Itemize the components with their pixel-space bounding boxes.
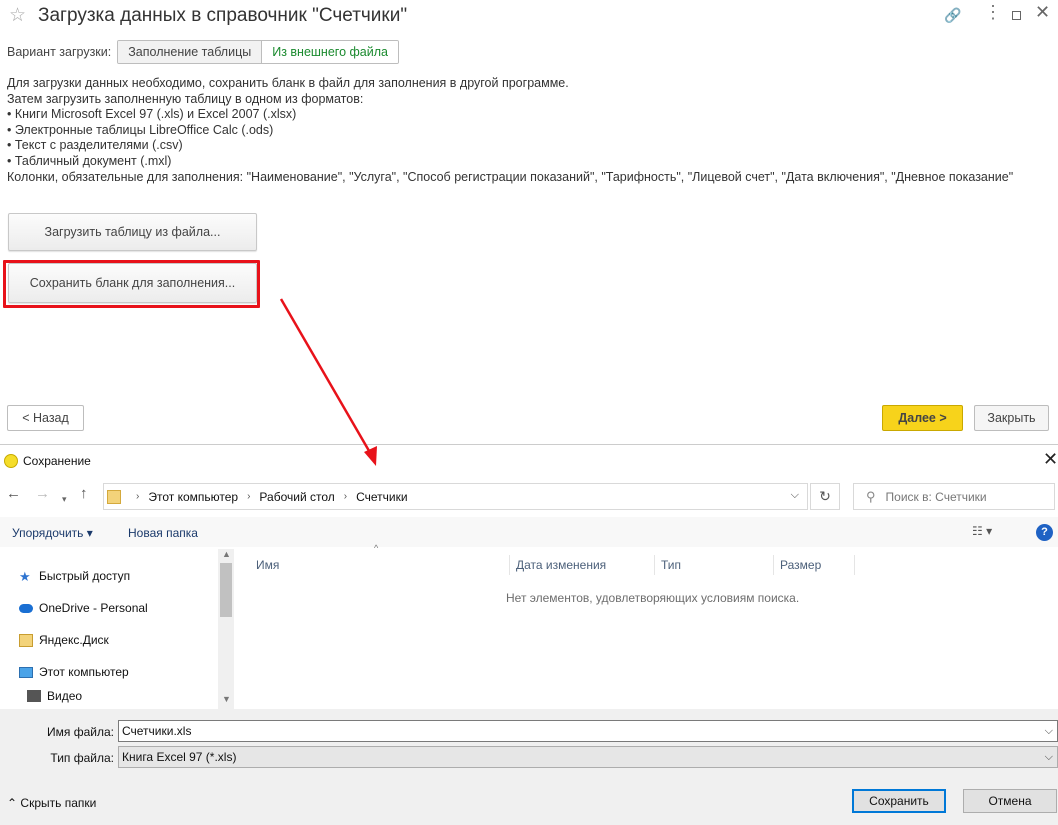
sort-indicator-icon: ^ xyxy=(374,543,379,553)
nav-item-label: Этот компьютер xyxy=(39,665,129,679)
dialog-title: Сохранение xyxy=(23,454,91,468)
load-variant-label: Вариант загрузки: xyxy=(7,45,112,59)
breadcrumb-separator: › xyxy=(343,491,348,502)
favorite-star-icon[interactable]: ☆ xyxy=(9,6,26,26)
nav-item-quick-access[interactable]: ★ Быстрый доступ xyxy=(19,569,130,583)
load-variant-switch: Заполнение таблицы Из внешнего файла xyxy=(117,40,399,64)
instructions-line: • Электронные таблицы LibreOffice Calc (… xyxy=(7,122,274,137)
organize-button[interactable]: Упорядочить ▾ xyxy=(12,526,93,540)
chevron-down-icon[interactable]: ⌵ xyxy=(1045,747,1053,767)
star-icon: ★ xyxy=(19,568,31,584)
nav-item-label: Видео xyxy=(47,689,83,703)
empty-message: Нет элементов, удовлетворяющих условиям … xyxy=(506,591,800,605)
cloud-icon xyxy=(19,603,33,613)
form-header: ☆ Загрузка данных в справочник "Счетчики… xyxy=(0,0,1058,36)
form-title: Загрузка данных в справочник "Счетчики" xyxy=(38,5,408,26)
dialog-titlebar: Сохранение ✕ xyxy=(0,445,1058,475)
nav-item-onedrive[interactable]: OneDrive - Personal xyxy=(19,601,148,615)
instructions-line: Для загрузки данных необходимо, сохранит… xyxy=(7,76,569,90)
dialog-save-button[interactable]: Сохранить xyxy=(852,789,946,813)
breadcrumb-separator: › xyxy=(136,491,140,502)
filename-input[interactable]: Счетчики.xls ⌵ xyxy=(118,720,1058,742)
nav-item-yandex-disk[interactable]: Яндекс.Диск xyxy=(19,633,109,647)
instructions-line: • Табличный документ (.mxl) xyxy=(7,153,172,168)
nav-item-video[interactable]: Видео xyxy=(27,689,82,703)
nav-item-label: OneDrive - Personal xyxy=(39,601,148,615)
filename-value: Счетчики.xls xyxy=(122,724,192,738)
close-button[interactable]: Закрыть xyxy=(974,405,1049,431)
breadcrumb-item[interactable]: Этот компьютер xyxy=(148,490,238,504)
link-icon[interactable]: 🔗 xyxy=(944,7,961,23)
column-size[interactable]: Размер xyxy=(774,555,855,575)
instructions-line: • Текст с разделителями (.csv) xyxy=(7,138,183,153)
help-icon[interactable]: ? xyxy=(1036,524,1053,541)
back-button[interactable]: < Назад xyxy=(7,405,84,431)
close-icon[interactable]: ✕ xyxy=(1035,3,1050,21)
folder-icon xyxy=(107,489,121,504)
breadcrumb-item[interactable]: Счетчики xyxy=(356,490,407,504)
chevron-down-icon[interactable]: ⌵ xyxy=(1045,721,1053,741)
search-icon: ⚲ xyxy=(866,488,876,504)
nav-item-this-pc[interactable]: Этот компьютер xyxy=(19,665,129,679)
filetype-value: Книга Excel 97 (*.xls) xyxy=(122,750,237,764)
hide-folders-toggle[interactable]: ⌃ Скрыть папки xyxy=(7,796,96,810)
import-form: ☆ Загрузка данных в справочник "Счетчики… xyxy=(0,0,1058,443)
hide-folders-label: Скрыть папки xyxy=(20,796,97,810)
scroll-up-icon[interactable]: ▲ xyxy=(222,549,231,559)
column-type[interactable]: Тип xyxy=(655,555,774,575)
scrollbar-thumb[interactable] xyxy=(220,563,232,617)
file-list: ^ Имя Дата изменения Тип Размер Нет элем… xyxy=(236,543,1058,709)
variant-fill-table[interactable]: Заполнение таблицы xyxy=(118,41,262,63)
dialog-toolbar: Упорядочить ▾ Новая папка ☷ ▾ ? xyxy=(0,517,1058,547)
nav-item-label: Быстрый доступ xyxy=(39,569,131,583)
filetype-label: Тип файла: xyxy=(50,751,114,765)
highlight-frame xyxy=(3,260,260,308)
up-arrow-icon[interactable]: ↑ xyxy=(80,485,88,503)
maximize-icon[interactable] xyxy=(1012,11,1021,20)
folder-icon xyxy=(19,633,33,647)
computer-icon xyxy=(19,666,33,678)
search-box[interactable]: ⚲ Поиск в: Счетчики xyxy=(853,483,1055,510)
new-folder-button[interactable]: Новая папка xyxy=(128,526,198,540)
column-date-modified[interactable]: Дата изменения xyxy=(510,555,655,575)
address-bar[interactable]: › Этот компьютер › Рабочий стол › Счетчи… xyxy=(103,483,808,510)
instructions-text: Для загрузки данных необходимо, сохранит… xyxy=(7,76,1013,185)
video-folder-icon xyxy=(27,690,41,702)
instructions-line: • Книги Microsoft Excel 97 (.xls) и Exce… xyxy=(7,107,297,122)
instructions-line: Затем загрузить заполненную таблицу в од… xyxy=(7,91,364,106)
variant-external-file[interactable]: Из внешнего файла xyxy=(261,41,398,63)
search-placeholder: Поиск в: Счетчики xyxy=(885,489,987,504)
column-name[interactable]: Имя xyxy=(250,555,510,575)
forward-arrow-icon[interactable]: → xyxy=(35,485,50,503)
more-menu-icon[interactable]: ⋮ xyxy=(984,3,1002,21)
navigation-scrollbar[interactable]: ▲ ▼ xyxy=(218,549,234,709)
save-dialog: Сохранение ✕ ← → ▾ ↑ › Этот компьютер › … xyxy=(0,444,1058,825)
chevron-down-icon[interactable]: ⌵ xyxy=(791,489,799,502)
filetype-select[interactable]: Книга Excel 97 (*.xls) ⌵ xyxy=(118,746,1058,768)
nav-item-label: Яндекс.Диск xyxy=(39,633,109,647)
filename-label: Имя файла: xyxy=(47,725,114,739)
chevron-up-icon: ⌃ xyxy=(7,796,18,810)
navigation-pane: ★ Быстрый доступ OneDrive - Personal Янд… xyxy=(0,549,234,709)
navigation-row: ← → ▾ ↑ › Этот компьютер › Рабочий стол … xyxy=(0,481,1058,510)
refresh-icon[interactable]: ↻ xyxy=(810,483,840,510)
dialog-cancel-button[interactable]: Отмена xyxy=(963,789,1057,813)
instructions-line: Колонки, обязательные для заполнения: "Н… xyxy=(7,169,1014,184)
scroll-down-icon[interactable]: ▼ xyxy=(222,694,231,704)
breadcrumb-separator: › xyxy=(247,491,251,502)
view-options-icon[interactable]: ☷ ▾ xyxy=(972,524,992,538)
dialog-close-icon[interactable]: ✕ xyxy=(1043,449,1058,470)
breadcrumb-item[interactable]: Рабочий стол xyxy=(259,490,334,504)
next-button[interactable]: Далее > xyxy=(882,405,963,431)
load-table-button[interactable]: Загрузить таблицу из файла... xyxy=(8,213,257,251)
load-variant-row: Вариант загрузки: Заполнение таблицы Из … xyxy=(7,40,399,64)
recent-locations-icon[interactable]: ▾ xyxy=(62,490,67,508)
back-arrow-icon[interactable]: ← xyxy=(6,485,21,503)
dialog-bottom-area: Имя файла: Счетчики.xls ⌵ Тип файла: Кни… xyxy=(0,709,1058,825)
app-icon xyxy=(4,454,18,468)
